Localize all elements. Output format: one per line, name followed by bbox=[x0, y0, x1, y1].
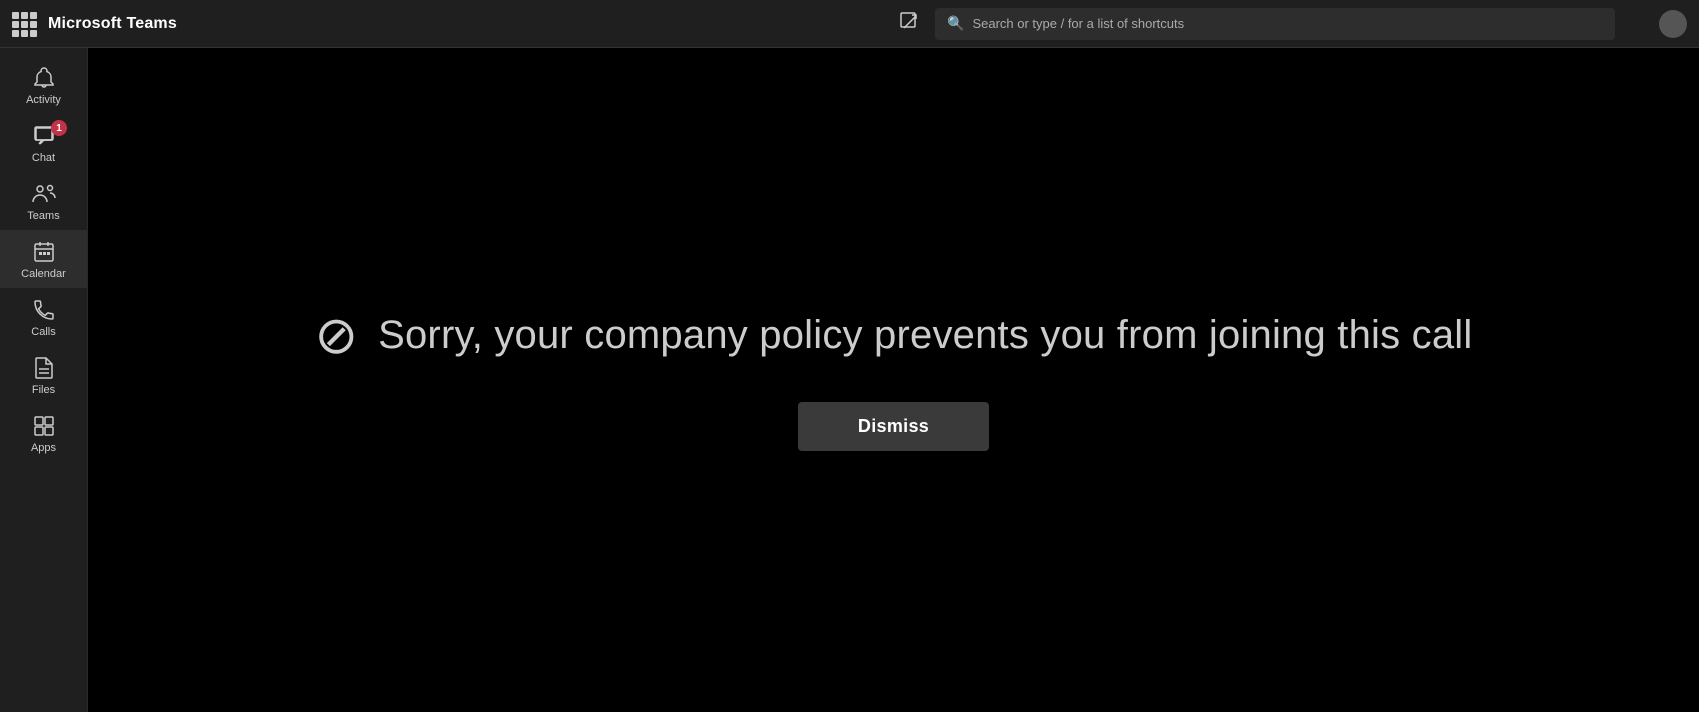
sidebar-item-apps-label: Apps bbox=[31, 442, 56, 454]
app-title: Microsoft Teams bbox=[48, 15, 177, 33]
topbar-center: 🔍 Search or type / for a list of shortcu… bbox=[324, 8, 1615, 40]
sidebar: Activity 1 Chat bbox=[0, 48, 88, 712]
sidebar-item-chat-label: Chat bbox=[32, 152, 55, 164]
error-message: ⊘ Sorry, your company policy prevents yo… bbox=[315, 310, 1473, 362]
calendar-icon bbox=[32, 240, 56, 264]
avatar[interactable] bbox=[1659, 10, 1687, 38]
sidebar-item-files[interactable]: Files bbox=[0, 346, 87, 404]
sidebar-item-apps[interactable]: Apps bbox=[0, 404, 87, 462]
sidebar-item-calls-label: Calls bbox=[31, 326, 55, 338]
topbar-right bbox=[1627, 10, 1687, 38]
sidebar-item-teams[interactable]: Teams bbox=[0, 172, 87, 230]
dismiss-button[interactable]: Dismiss bbox=[798, 402, 989, 451]
compose-icon[interactable] bbox=[899, 11, 919, 36]
blocked-icon: ⊘ bbox=[315, 310, 359, 362]
calls-icon bbox=[32, 298, 56, 322]
search-bar[interactable]: 🔍 Search or type / for a list of shortcu… bbox=[935, 8, 1615, 40]
grid-icon[interactable] bbox=[12, 12, 36, 36]
error-text: Sorry, your company policy prevents you … bbox=[378, 313, 1472, 358]
sidebar-item-calendar[interactable]: Calendar bbox=[0, 230, 87, 288]
sidebar-item-activity[interactable]: Activity bbox=[0, 56, 87, 114]
main-content: ⊘ Sorry, your company policy prevents yo… bbox=[88, 48, 1699, 712]
main-layout: Activity 1 Chat bbox=[0, 48, 1699, 712]
topbar: Microsoft Teams 🔍 Search or type / for a… bbox=[0, 0, 1699, 48]
sidebar-item-calls[interactable]: Calls bbox=[0, 288, 87, 346]
apps-icon bbox=[32, 414, 56, 438]
sidebar-item-files-label: Files bbox=[32, 384, 55, 396]
activity-icon bbox=[32, 66, 56, 90]
search-icon: 🔍 bbox=[947, 15, 964, 32]
topbar-left: Microsoft Teams bbox=[12, 12, 312, 36]
sidebar-item-chat[interactable]: 1 Chat bbox=[0, 114, 87, 172]
sidebar-item-calendar-label: Calendar bbox=[21, 268, 66, 280]
search-placeholder: Search or type / for a list of shortcuts bbox=[972, 16, 1184, 31]
files-icon bbox=[33, 356, 55, 380]
sidebar-item-teams-label: Teams bbox=[27, 210, 59, 222]
sidebar-item-activity-label: Activity bbox=[26, 94, 61, 106]
chat-badge: 1 bbox=[51, 120, 67, 136]
teams-icon bbox=[31, 182, 57, 206]
